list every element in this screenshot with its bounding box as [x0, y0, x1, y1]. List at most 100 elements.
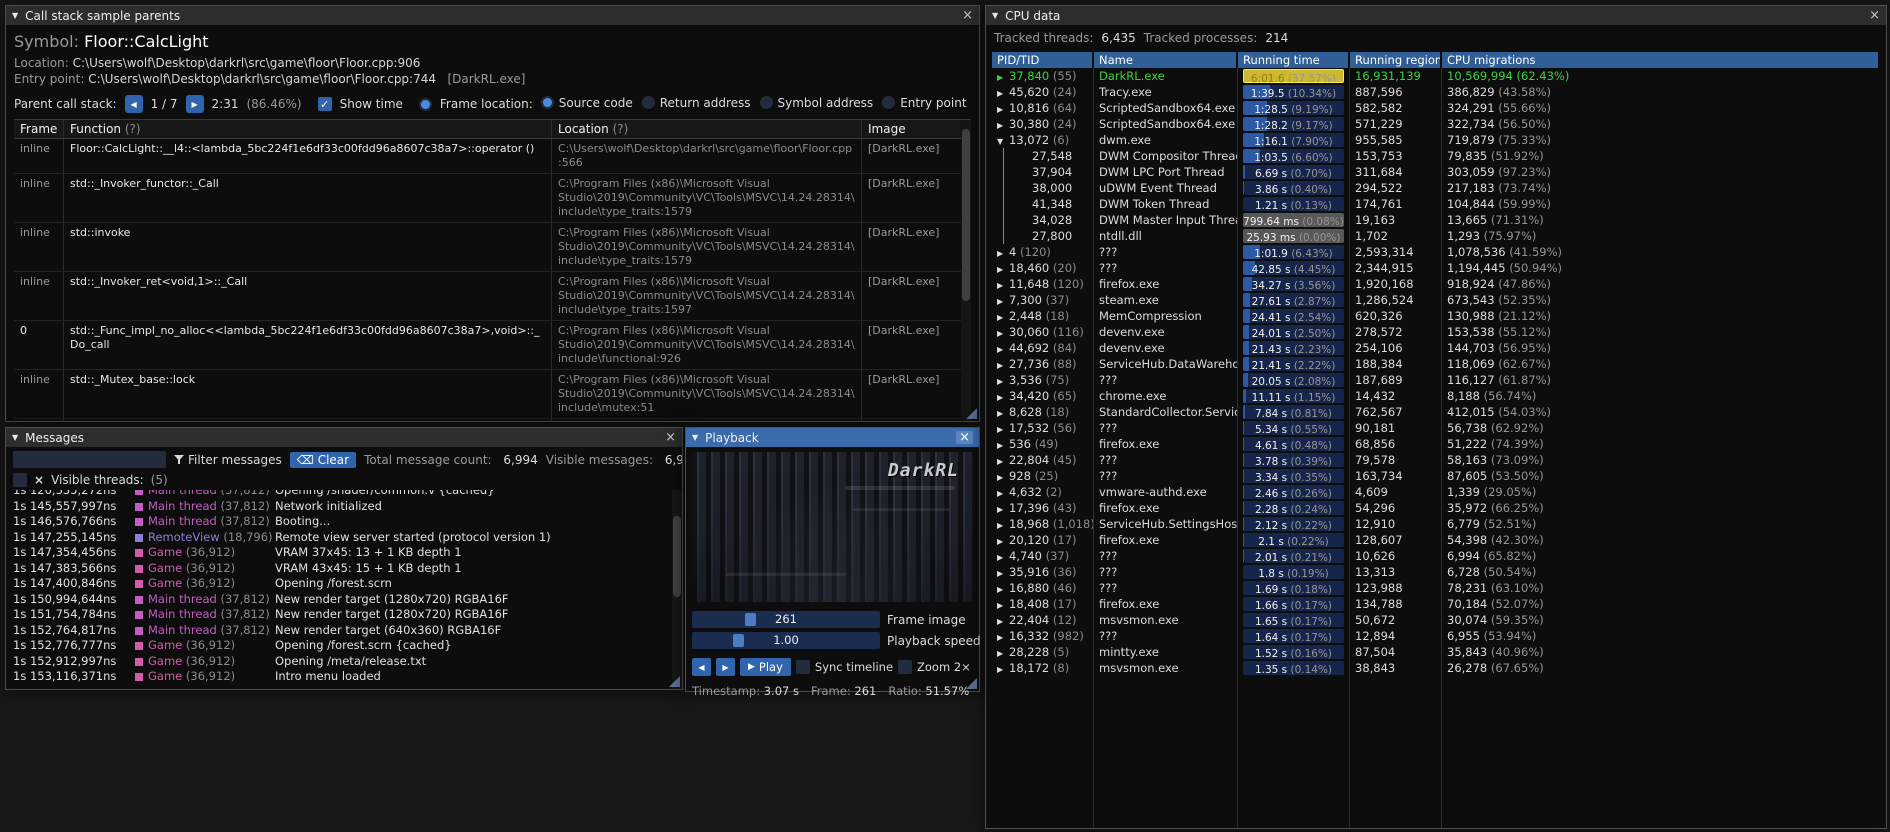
message-thread[interactable]: Main thread (37,812) [135, 514, 275, 530]
message-row[interactable]: 1s 147,255,145ns RemoteView (18,796) Rem… [13, 530, 682, 546]
expand-icon[interactable]: ▶ [997, 630, 1009, 644]
cpu-process-row[interactable]: 27,800 ntdll.dll 25.93 ms (0.00%) 1,702 … [992, 228, 1880, 244]
message-row[interactable]: 1s 153,116,371ns Game (36,912) Intro men… [13, 669, 682, 685]
process-name[interactable]: ScriptedSandbox64.exe [1094, 116, 1238, 132]
message-text[interactable]: Intro menu loaded [275, 669, 682, 685]
process-name[interactable]: DWM Master Input Thread [1094, 212, 1238, 228]
pid-cell[interactable]: ▶ 4,632 (2) [992, 484, 1094, 500]
frame-location[interactable]: C:\Program Files (x86)\Microsoft Visual … [552, 321, 862, 370]
process-name[interactable]: steam.exe [1094, 292, 1238, 308]
pid-cell[interactable]: ▶ 17,532 (56) [992, 420, 1094, 436]
message-row[interactable]: 1s 152,764,817ns Main thread (37,812) Ne… [13, 623, 682, 639]
pid-cell[interactable]: ▶ 7,300 (37) [992, 292, 1094, 308]
message-thread[interactable]: Main thread (37,812) [135, 592, 275, 608]
expand-icon[interactable]: ▶ [997, 102, 1009, 116]
cpu-process-row[interactable]: 37,904 DWM LPC Port Thread 6.69 s (0.70%… [992, 164, 1880, 180]
process-name[interactable]: ??? [1094, 580, 1238, 596]
resize-grip[interactable] [966, 408, 977, 419]
expand-icon[interactable]: ▶ [997, 278, 1009, 292]
cpu-process-row[interactable]: ▶ 37,840 (55) DarkRL.exe 6:01.6 (37.57%) … [992, 68, 1880, 84]
filter-input[interactable] [13, 451, 166, 468]
frame-slider[interactable]: 261 [692, 611, 880, 628]
prev-stack-button[interactable]: ◀ [124, 95, 143, 113]
collapse-icon[interactable]: ▼ [12, 11, 18, 20]
column-header-frame[interactable]: Frame [14, 120, 64, 138]
callstack-frame-row[interactable]: inline std::invoke C:\Program Files (x86… [14, 223, 971, 272]
process-name[interactable]: ??? [1094, 564, 1238, 580]
message-text[interactable]: Booting... [275, 514, 682, 530]
pid-cell[interactable]: ▶ 37,840 (55) [992, 68, 1094, 84]
pid-cell[interactable]: ▶ 2,448 (18) [992, 308, 1094, 324]
callstack-frame-row[interactable]: inline std::_Mutex_base::lock C:\Program… [14, 370, 971, 419]
message-thread[interactable]: Main thread (37,812) [135, 490, 275, 499]
cpu-column-header[interactable]: CPU migrations [1442, 52, 1880, 68]
pid-cell[interactable]: ▶ 22,404 (12) [992, 612, 1094, 628]
cpu-process-row[interactable]: ▶ 16,880 (46) ??? 1.69 s (0.18%) 123,988 … [992, 580, 1880, 596]
message-thread[interactable]: Main thread (37,812) [135, 607, 275, 623]
message-text[interactable]: New render target (1280x720) RGBA16F [275, 592, 682, 608]
callstack-frame-row[interactable]: inline std::unique_lock<std::mutex>::loc… [14, 419, 971, 421]
process-name[interactable]: DWM Token Thread [1094, 196, 1238, 212]
frame-location[interactable]: C:\Users\wolf\Desktop\darkrl\src\game\fl… [552, 139, 862, 174]
cpu-process-row[interactable]: ▶ 18,408 (17) firefox.exe 1.66 s (0.17%) … [992, 596, 1880, 612]
clear-button[interactable]: ⌫ Clear [289, 451, 357, 468]
cpu-process-row[interactable]: ▶ 536 (49) firefox.exe 4.61 s (0.48%) 68,… [992, 436, 1880, 452]
cpu-process-row[interactable]: ▶18,968 (1,018) ServiceHub.SettingsHost.… [992, 516, 1880, 532]
message-text[interactable]: VRAM 37x45: 13 + 1 KB depth 1 [275, 545, 682, 561]
message-row[interactable]: 1s 146,576,766ns Main thread (37,812) Bo… [13, 514, 682, 530]
cpu-process-row[interactable]: ▶8,628 (18) StandardCollector.Service.e … [992, 404, 1880, 420]
playback-titlebar[interactable]: ▼ Playback × [686, 428, 979, 447]
message-thread[interactable]: Game (36,912) [135, 654, 275, 670]
expand-icon[interactable]: ▶ [997, 310, 1009, 324]
pid-cell[interactable]: 34,028 [992, 212, 1094, 228]
process-name[interactable]: ??? [1094, 548, 1238, 564]
process-name[interactable]: ntdll.dll [1094, 228, 1238, 244]
cpu-column-header[interactable]: PID/TID [992, 52, 1094, 68]
cpu-data-titlebar[interactable]: ▼ CPU data × [986, 6, 1886, 25]
next-stack-button[interactable]: ▶ [185, 95, 204, 113]
process-name[interactable]: ??? [1094, 244, 1238, 260]
expand-icon[interactable]: ▶ [997, 390, 1009, 404]
pid-cell[interactable]: 27,548 [992, 148, 1094, 164]
cpu-process-row[interactable]: ▶ 10,816 (64) ScriptedSandbox64.exe 1:28.… [992, 100, 1880, 116]
collapse-icon[interactable]: ▼ [692, 433, 698, 442]
process-name[interactable]: uDWM Event Thread [1094, 180, 1238, 196]
message-text[interactable]: Opening /forest.scrn {cached} [275, 638, 682, 654]
pid-cell[interactable]: ▶ 17,396 (43) [992, 500, 1094, 516]
column-header-location[interactable]: Location (?) [552, 120, 862, 138]
expand-icon[interactable]: ▶ [997, 422, 1009, 436]
messages-titlebar[interactable]: ▼ Messages × [6, 428, 682, 447]
process-name[interactable]: mintty.exe [1094, 644, 1238, 660]
show-time-checkbox[interactable]: ✓ [317, 97, 332, 111]
message-row[interactable]: 1s 151,754,784ns Main thread (37,812) Ne… [13, 607, 682, 623]
expand-icon[interactable]: ▶ [997, 246, 1009, 260]
frame-function[interactable]: std::invoke [64, 223, 552, 272]
sync-timeline-checkbox[interactable] [795, 660, 810, 674]
frame-location[interactable]: C:\Program Files (x86)\Microsoft Visual … [552, 223, 862, 272]
message-row[interactable]: 1s 147,383,566ns Game (36,912) VRAM 43x4… [13, 561, 682, 577]
expand-icon[interactable]: ▶ [997, 294, 1009, 308]
cpu-process-row[interactable]: ▶27,736 (88) ServiceHub.DataWarehouse 21… [992, 356, 1880, 372]
process-name[interactable]: ??? [1094, 628, 1238, 644]
pid-cell[interactable]: ▶ 18,460 (20) [992, 260, 1094, 276]
radio-icon[interactable] [641, 96, 655, 110]
cpu-process-row[interactable]: ▶ 44,692 (84) devenv.exe 21.43 s (2.23%) … [992, 340, 1880, 356]
cpu-process-row[interactable]: ▶ 3,536 (75) ??? 20.05 s (2.08%) 187,689 … [992, 372, 1880, 388]
expand-icon[interactable]: ▼ [997, 134, 1009, 148]
message-row[interactable]: 1s 147,354,456ns Game (36,912) VRAM 37x4… [13, 545, 682, 561]
process-name[interactable]: msvsmon.exe [1094, 660, 1238, 676]
frame-location[interactable]: C:\Program Files (x86)\Microsoft Visual … [552, 272, 862, 321]
callstack-scrollbar[interactable] [961, 120, 971, 421]
expand-icon[interactable]: ▶ [997, 662, 1009, 676]
message-text[interactable]: Remote view server started (protocol ver… [275, 530, 682, 546]
message-text[interactable]: Opening /forest.scrn [275, 576, 682, 592]
frame-location-radio[interactable]: Source code [540, 96, 633, 110]
process-name[interactable]: ServiceHub.SettingsHost.ex [1094, 516, 1238, 532]
pid-cell[interactable]: ▶ 22,804 (45) [992, 452, 1094, 468]
expand-icon[interactable]: ▶ [997, 342, 1009, 356]
message-thread[interactable]: RemoteView (18,796) [135, 530, 275, 546]
frame-function[interactable]: std::_Invoker_functor::_Call [64, 174, 552, 223]
process-name[interactable]: ??? [1094, 420, 1238, 436]
message-text[interactable]: VRAM 43x45: 15 + 1 KB depth 1 [275, 561, 682, 577]
step-forward-button[interactable]: ▶ [716, 658, 735, 676]
